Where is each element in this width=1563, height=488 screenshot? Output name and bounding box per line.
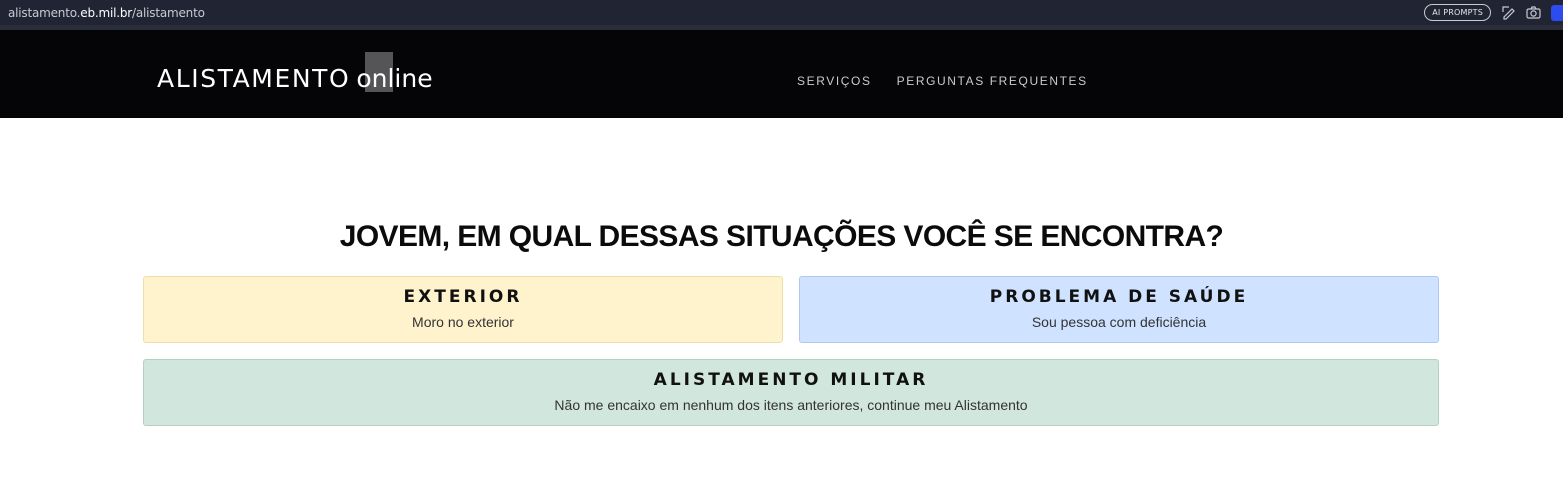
brand-main: ALISTAMENTO xyxy=(157,64,351,93)
brand-online: online xyxy=(356,64,433,93)
url-host: eb.mil.br xyxy=(80,5,133,20)
url-prefix: alistamento. xyxy=(8,5,81,20)
camera-icon[interactable] xyxy=(1526,5,1541,20)
browser-toolbar: AI PROMPTS xyxy=(1424,0,1563,25)
card-subtitle: Moro no exterior xyxy=(412,314,514,330)
card-exterior[interactable]: EXTERIOR Moro no exterior xyxy=(143,276,783,343)
nav-link-perguntas-frequentes[interactable]: PERGUNTAS FREQUENTES xyxy=(897,74,1088,88)
browser-address-bar: alistamento.eb.mil.br/alistamento AI PRO… xyxy=(0,0,1563,25)
site-navbar: ALISTAMENTO online SERVIÇOS PERGUNTAS FRE… xyxy=(0,30,1563,118)
page-title: JOVEM, EM QUAL DESSAS SITUAÇÕES VOCÊ SE … xyxy=(339,220,1224,253)
card-title: ALISTAMENTO MILITAR xyxy=(653,370,929,390)
nav-link-servicos[interactable]: SERVIÇOS xyxy=(797,74,872,88)
card-title: PROBLEMA DE SAÚDE xyxy=(989,287,1249,307)
url-text[interactable]: alistamento.eb.mil.br/alistamento xyxy=(8,6,205,20)
card-alistamento-militar[interactable]: ALISTAMENTO MILITAR Não me encaixo em ne… xyxy=(143,359,1439,426)
nav-links: SERVIÇOS PERGUNTAS FREQUENTES xyxy=(797,74,1088,88)
card-subtitle: Sou pessoa com deficiência xyxy=(1031,314,1207,330)
ai-prompts-button[interactable]: AI PROMPTS xyxy=(1424,4,1491,21)
url-path: /alistamento xyxy=(132,5,205,20)
edit-icon[interactable] xyxy=(1501,5,1516,20)
brand-logo[interactable]: ALISTAMENTO online xyxy=(157,64,433,94)
card-title: EXTERIOR xyxy=(403,287,523,307)
card-problema-de-saude[interactable]: PROBLEMA DE SAÚDE Sou pessoa com deficiê… xyxy=(799,276,1439,343)
card-subtitle: Não me encaixo em nenhum dos itens anter… xyxy=(554,397,1028,413)
extension-icon[interactable] xyxy=(1551,4,1563,21)
